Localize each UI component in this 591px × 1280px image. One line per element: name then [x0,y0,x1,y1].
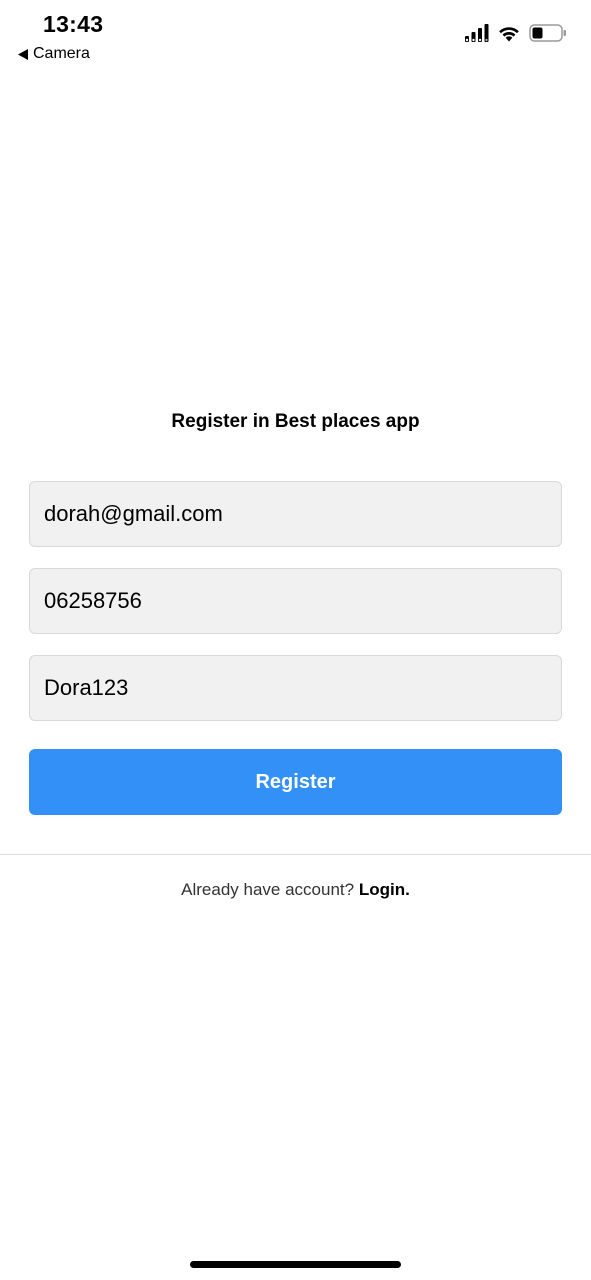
register-button[interactable]: Register [29,749,562,815]
wifi-icon [498,25,520,42]
back-link-label: Camera [33,45,90,62]
phone-field[interactable] [29,568,562,634]
password-input[interactable] [44,675,547,701]
register-screen: 13:43 Camera Register in Best places app… [0,0,591,1280]
email-input[interactable] [44,501,547,527]
status-time: 13:43 [43,11,104,37]
back-to-camera-link[interactable]: Camera [18,45,90,63]
login-link[interactable]: Login. [359,880,410,899]
divider [0,854,591,855]
login-prompt: Already have account? Login. [0,880,591,900]
password-field[interactable] [29,655,562,721]
back-arrow-icon [18,48,28,60]
email-field[interactable] [29,481,562,547]
page-title: Register in Best places app [171,411,420,432]
battery-icon [529,24,567,42]
phone-input[interactable] [44,588,547,614]
home-indicator[interactable] [190,1261,401,1268]
cellular-signal-icon [465,24,489,42]
login-prompt-text: Already have account? [181,880,355,899]
status-icons [465,24,567,42]
